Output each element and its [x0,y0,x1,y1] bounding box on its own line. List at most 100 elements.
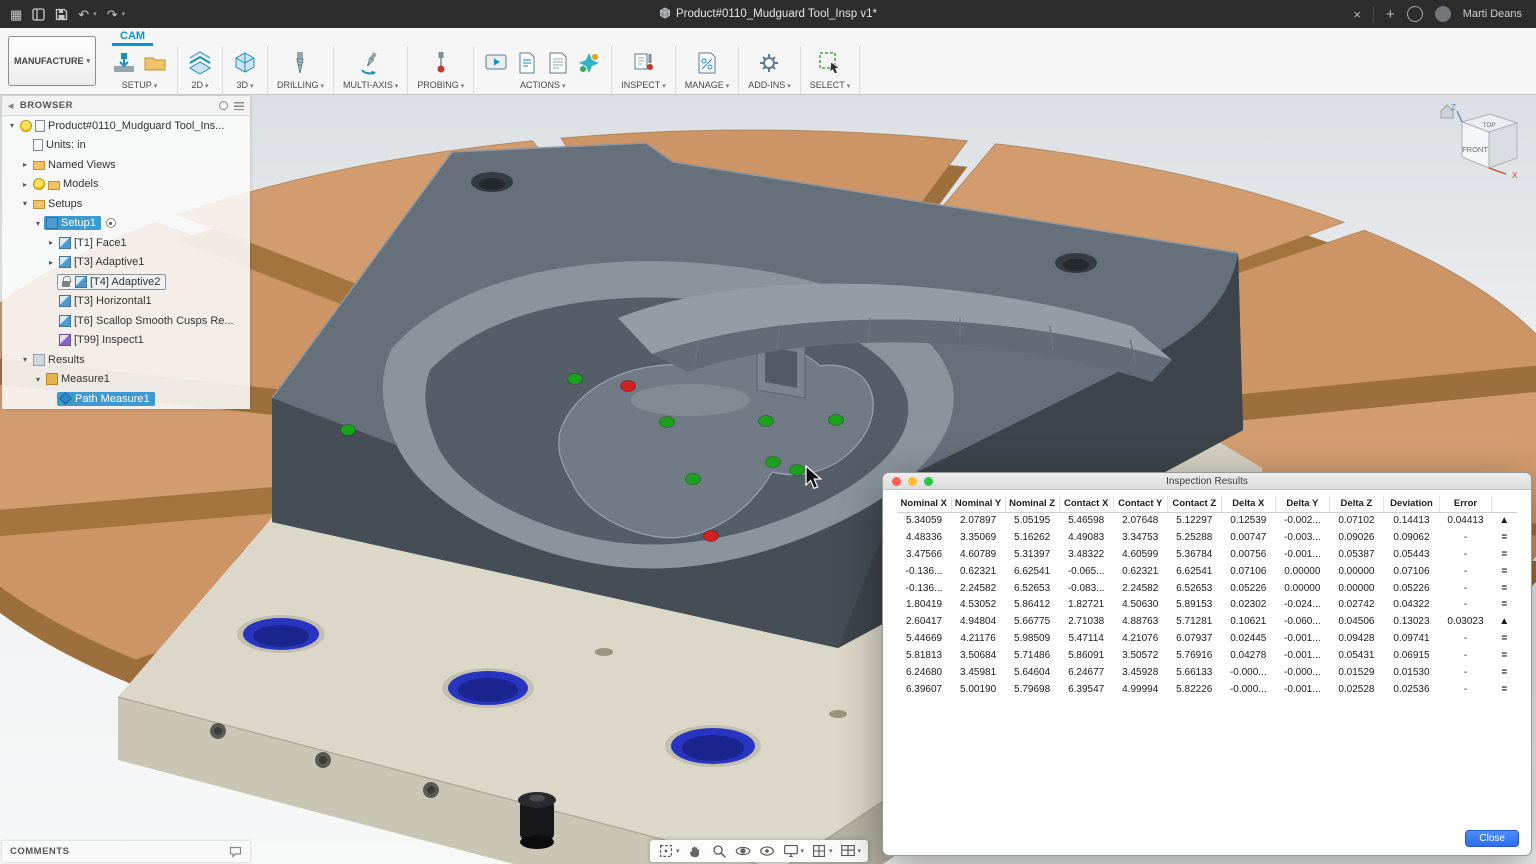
result-row[interactable]: 4.483363.350695.162624.490833.347535.252… [897,529,1517,546]
select-box-icon[interactable] [817,50,843,76]
ribbon-group-label[interactable]: SELECT [810,80,850,90]
measure-point-pass[interactable] [568,374,583,385]
result-row[interactable]: -0.136...2.245826.52653-0.083...2.245826… [897,580,1517,597]
tree-item[interactable]: [T4] Adaptive2 [2,272,250,292]
undo-icon[interactable]: ↶ [78,8,89,21]
chevron-down-icon[interactable]: ▾ [93,10,97,18]
inspection-results-window[interactable]: Inspection Results Nominal XNominal YNom… [882,472,1532,856]
ribbon-group-label[interactable]: 3D [237,80,254,90]
expander-icon[interactable]: ▾ [19,199,31,208]
tree-item[interactable]: ▾Measure1 [2,370,250,390]
tree-item[interactable]: ▾Setups [2,194,250,214]
tree-item[interactable]: ▾Product#0110_Mudguard Tool_Ins... [2,116,250,136]
result-row[interactable]: 5.340592.078975.051955.465982.076485.122… [897,512,1517,529]
collapse-panel-icon[interactable]: ◀ [8,102,14,110]
zoom-magnifier-button[interactable] [708,841,730,861]
setup-sheet-icon[interactable] [545,50,571,76]
column-header[interactable]: Deviation [1383,496,1439,512]
measure-point-pass[interactable] [686,474,701,485]
pan-hand-button[interactable] [684,841,706,861]
expander-icon[interactable]: ▸ [45,258,57,267]
measure-point-fail[interactable] [621,381,636,392]
display-settings-button[interactable]: ▾ [780,841,807,861]
measure-point-pass[interactable] [759,416,774,427]
expander-icon[interactable]: ▸ [19,180,31,189]
tree-item[interactable]: [T3] Horizontal1 [2,292,250,312]
expander-icon[interactable]: ▾ [32,219,44,228]
measure-point-pass[interactable] [766,457,781,468]
multi-axis-icon[interactable] [358,50,384,76]
expander-icon[interactable]: ▸ [45,238,57,247]
result-row[interactable]: 6.396075.001905.796986.395474.999945.822… [897,681,1517,698]
expander-icon[interactable]: ▾ [32,375,44,384]
result-row[interactable]: 5.818133.506845.714865.860913.505725.769… [897,647,1517,664]
active-setup-radio[interactable] [106,218,116,228]
column-header[interactable]: Contact Z [1167,496,1221,512]
workspace-switcher[interactable]: MANUFACTURE [8,36,96,86]
measure-point-pass[interactable] [829,415,844,426]
column-header[interactable]: Delta Y [1275,496,1329,512]
avatar[interactable] [1435,6,1451,22]
tree-item[interactable]: [T99] Inspect1 [2,331,250,351]
display-filter-icon[interactable] [219,101,228,110]
column-header[interactable]: Contact X [1059,496,1113,512]
close-button[interactable]: Close [1465,830,1519,847]
expander-icon[interactable]: ▾ [6,121,18,130]
column-header[interactable]: Nominal X [897,496,951,512]
expander-icon[interactable]: ▾ [19,355,31,364]
column-header[interactable]: Delta Z [1329,496,1383,512]
measure-point-pass[interactable] [660,417,675,428]
tree-item[interactable]: Path Measure1 [2,389,250,409]
ribbon-group-label[interactable]: INSPECT [621,80,665,90]
result-row[interactable]: 6.246803.459815.646046.246773.459285.661… [897,664,1517,681]
ribbon-group-label[interactable]: MANAGE [685,80,729,90]
data-panel-icon[interactable] [32,8,45,21]
tree-item[interactable]: ▸[T1] Face1 [2,233,250,253]
tree-item[interactable]: ▸[T3] Adaptive1 [2,253,250,273]
ribbon-group-label[interactable]: 2D [192,80,209,90]
probing-icon[interactable] [428,50,454,76]
measure-point-pass[interactable] [790,465,805,476]
simulate-icon[interactable] [483,50,509,76]
mill-3d-icon[interactable] [232,50,258,76]
column-header[interactable]: Nominal Z [1005,496,1059,512]
grid-settings-button[interactable]: ▾ [808,841,835,861]
inspect-probe-icon[interactable] [631,50,657,76]
look-at-button[interactable] [756,841,778,861]
ribbon-group-label[interactable]: ADD-INS [748,80,790,90]
comments-bar[interactable]: COMMENTS [2,841,250,862]
result-row[interactable]: 5.446694.211765.985095.471144.210766.079… [897,630,1517,647]
column-header[interactable]: Delta X [1221,496,1275,512]
ribbon-group-label[interactable]: ACTIONS [520,80,565,90]
measure-point-fail[interactable] [704,531,719,542]
machining-ext-icon[interactable] [576,50,602,76]
new-tab-icon[interactable]: + [1373,6,1395,23]
user-name[interactable]: Marti Deans [1463,8,1522,20]
app-grid-icon[interactable]: ▦ [10,8,22,21]
result-row[interactable]: 2.604174.948045.667752.710384.887635.712… [897,613,1517,630]
tree-item[interactable]: Units: in [2,136,250,156]
result-row[interactable]: 3.475664.607895.313973.483224.605995.367… [897,546,1517,563]
tree-item[interactable]: ▾Setup1 [2,214,250,234]
column-header[interactable]: Error [1439,496,1491,512]
close-tab-icon[interactable]: × [1353,7,1361,22]
result-row[interactable]: -0.136...0.623216.62541-0.065...0.623216… [897,563,1517,580]
post-process-icon[interactable] [514,50,540,76]
measure-point-pass[interactable] [341,425,356,436]
column-header[interactable]: Contact Y [1113,496,1167,512]
job-status-icon[interactable] [1407,6,1423,22]
mill-2d-icon[interactable] [187,50,213,76]
tab-cam[interactable]: CAM [112,29,153,46]
result-row[interactable]: 1.804194.530525.864121.827214.506305.891… [897,596,1517,613]
ribbon-group-label[interactable]: PROBING [417,80,464,90]
comment-bubble-icon[interactable] [229,846,242,858]
document-tab[interactable]: Product#0110_Mudguard Tool_Insp v1* [0,7,1536,22]
save-icon[interactable] [55,8,68,21]
tree-item[interactable]: ▾Results [2,350,250,370]
panel-menu-icon[interactable] [234,102,244,110]
viewport-settings-button[interactable]: ▾ [837,841,864,861]
setup-folder-icon[interactable] [142,50,168,76]
chevron-down-icon[interactable]: ▾ [122,10,126,18]
tree-item[interactable]: [T6] Scallop Smooth Cusps Re... [2,311,250,331]
fit-view-button[interactable]: ▾ [655,841,682,861]
